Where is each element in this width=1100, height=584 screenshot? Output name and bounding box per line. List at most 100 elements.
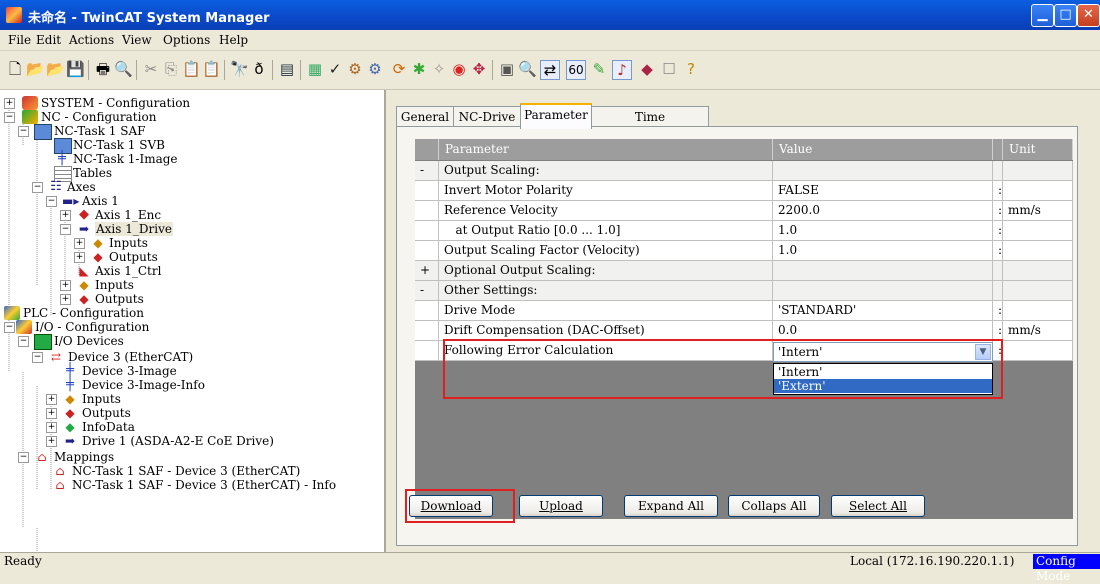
close-button[interactable]: ✕ [1077, 4, 1100, 27]
expand-infodata-toggle[interactable]: + [46, 422, 57, 433]
tree-node-system-configuration[interactable]: SYSTEM - Configuration [41, 96, 190, 110]
generate-mappings-icon[interactable]: ▤ [278, 60, 296, 78]
collapse-io-toggle[interactable]: − [4, 322, 15, 333]
table-row[interactable]: Invert Motor Polarity FALSE : [415, 181, 1073, 201]
collapse-mappings-toggle[interactable]: − [18, 452, 29, 463]
scope-icon[interactable]: ♪ [612, 60, 632, 80]
expand-device-inputs-toggle[interactable]: + [46, 394, 57, 405]
grid-header-parameter[interactable]: Parameter [439, 139, 773, 160]
copy-icon[interactable]: ⎘ [162, 60, 180, 78]
collapse-axis-drive-toggle[interactable]: − [60, 224, 71, 235]
tree-node-axis-inputs[interactable]: Inputs [95, 278, 134, 292]
tree-node-axis-outputs[interactable]: Outputs [95, 292, 144, 306]
tree-node-io-configuration[interactable]: I/O - Configuration [35, 320, 149, 334]
restart-config-mode-icon[interactable]: ⚙ [366, 60, 384, 78]
about-icon[interactable]: ☐ [660, 60, 678, 78]
table-row[interactable]: at Output Ratio [0.0 ... 1.0] 1.0 : [415, 221, 1073, 241]
row-toggle[interactable]: - [415, 281, 439, 301]
paste-with-links-icon[interactable]: 📋 [202, 60, 221, 78]
maximize-button[interactable]: □ [1054, 4, 1077, 27]
tree-node-device-3-image-info[interactable]: Device 3-Image-Info [82, 378, 205, 392]
scan-devices-icon[interactable]: ✱ [410, 60, 428, 78]
variable-icon[interactable]: ⇄ [540, 60, 560, 80]
tree-node-axis-1-ctrl[interactable]: Axis 1_Ctrl [95, 264, 161, 278]
tree-node-drive-outputs[interactable]: Outputs [109, 250, 158, 264]
tab-time-compensation[interactable]: Time Compensation [591, 106, 709, 144]
expand-drive-1-toggle[interactable]: + [46, 436, 57, 447]
table-row[interactable]: Reference Velocity 2200.0 : mm/s [415, 201, 1073, 221]
print-icon[interactable]: 🖶 [94, 60, 112, 78]
table-row[interactable]: Drive Mode 'STANDARD' : [415, 301, 1073, 321]
tree-node-infodata[interactable]: InfoData [82, 420, 135, 434]
minimize-button[interactable]: ▁ [1031, 4, 1054, 27]
tab-general[interactable]: General [396, 106, 454, 127]
reload-devices-icon[interactable]: ⟳ [390, 60, 408, 78]
table-row[interactable]: - Other Settings: [415, 281, 1073, 301]
table-row[interactable]: + Optional Output Scaling: [415, 261, 1073, 281]
ecat-icon[interactable]: 60 [566, 60, 586, 80]
collapse-device-3-toggle[interactable]: − [32, 352, 43, 363]
param-value[interactable]: 0.0 [773, 321, 993, 341]
param-value[interactable]: 'STANDARD' [773, 301, 993, 321]
tree-node-device-inputs[interactable]: Inputs [82, 392, 121, 406]
menu-actions[interactable]: Actions [69, 33, 114, 47]
tree-node-io-devices[interactable]: I/O Devices [54, 334, 124, 348]
table-row[interactable]: - Output Scaling: [415, 161, 1073, 181]
tree-node-axis-1-enc[interactable]: Axis 1_Enc [95, 208, 161, 222]
save-icon[interactable]: 💾 [66, 60, 85, 78]
tree-node-plc-configuration[interactable]: PLC - Configuration [23, 306, 144, 320]
cut-icon[interactable]: ✂ [142, 60, 160, 78]
replace-icon[interactable]: ð [250, 60, 268, 78]
tree-node-axes[interactable]: Axes [67, 180, 96, 194]
tree-node-axis-1-drive[interactable]: Axis 1_Drive [95, 222, 173, 236]
tree-node-nc-task-1-svb[interactable]: NC-Task 1 SVB [73, 138, 165, 152]
project-icon[interactable]: ✎ [590, 60, 608, 78]
expand-drive-inputs-toggle[interactable]: + [74, 238, 85, 249]
collapse-all-button[interactable]: Collaps All [728, 495, 820, 517]
expand-axis-enc-toggle[interactable]: + [60, 210, 71, 221]
grid-header-unit[interactable]: Unit [1003, 139, 1073, 160]
tree-node-nc-task-1-saf[interactable]: NC-Task 1 SAF [54, 124, 145, 138]
toggle-free-run-icon[interactable]: ✧ [430, 60, 448, 78]
expand-system-toggle[interactable]: + [4, 98, 15, 109]
collapse-axis-1-toggle[interactable]: − [46, 196, 57, 207]
tab-parameter[interactable]: Parameter [520, 103, 592, 129]
row-toggle[interactable]: + [415, 261, 439, 281]
find-icon[interactable]: 🔭 [230, 60, 249, 78]
param-value[interactable]: 2200.0 [773, 201, 993, 221]
expand-drive-outputs-toggle[interactable]: + [74, 252, 85, 263]
io-trace-icon[interactable]: ▣ [498, 60, 516, 78]
tree-node-device-3-ethercat[interactable]: Device 3 (EtherCAT) [68, 350, 193, 364]
menu-edit[interactable]: Edit [36, 33, 61, 47]
paste-icon[interactable]: 📋 [182, 60, 201, 78]
param-value[interactable]: 1.0 [773, 221, 993, 241]
expand-axis-inputs-toggle[interactable]: + [60, 280, 71, 291]
open-project-icon[interactable]: 📂 [46, 60, 65, 78]
expand-device-outputs-toggle[interactable]: + [46, 408, 57, 419]
menu-view[interactable]: View [122, 33, 152, 47]
tree-node-mapping-saf-device-3[interactable]: NC-Task 1 SAF - Device 3 (EtherCAT) [72, 464, 300, 478]
activate-configuration-icon[interactable]: ✓ [326, 60, 344, 78]
license-icon[interactable]: ◆ [638, 60, 656, 78]
tree-node-nc-task-1-image[interactable]: NC-Task 1-Image [73, 152, 178, 166]
restart-run-mode-icon[interactable]: ⚙ [346, 60, 364, 78]
tree-node-device-3-image[interactable]: Device 3-Image [82, 364, 177, 378]
tree-node-mapping-saf-device-3-info[interactable]: NC-Task 1 SAF - Device 3 (EtherCAT) - In… [72, 478, 336, 492]
select-all-button[interactable]: Select All [831, 495, 925, 517]
grid-header-value[interactable]: Value [773, 139, 993, 160]
ams-router-icon[interactable]: ✥ [470, 60, 488, 78]
tree-node-device-outputs[interactable]: Outputs [82, 406, 131, 420]
print-preview-icon[interactable]: 🔍 [114, 60, 133, 78]
expand-all-button[interactable]: Expand All [624, 495, 718, 517]
collapse-axes-toggle[interactable]: − [32, 182, 43, 193]
menu-help[interactable]: Help [219, 33, 248, 47]
menu-file[interactable]: File [8, 33, 31, 47]
param-value[interactable]: 1.0 [773, 241, 993, 261]
upload-button[interactable]: Upload [519, 495, 603, 517]
tree-node-drive-inputs[interactable]: Inputs [109, 236, 148, 250]
param-value[interactable]: FALSE [773, 181, 993, 201]
tree-node-tables[interactable]: Tables [73, 166, 112, 180]
check-configuration-icon[interactable]: ▦ [306, 60, 324, 78]
table-row[interactable]: Drift Compensation (DAC-Offset) 0.0 : mm… [415, 321, 1073, 341]
zoom-icon[interactable]: 🔍 [518, 60, 537, 78]
